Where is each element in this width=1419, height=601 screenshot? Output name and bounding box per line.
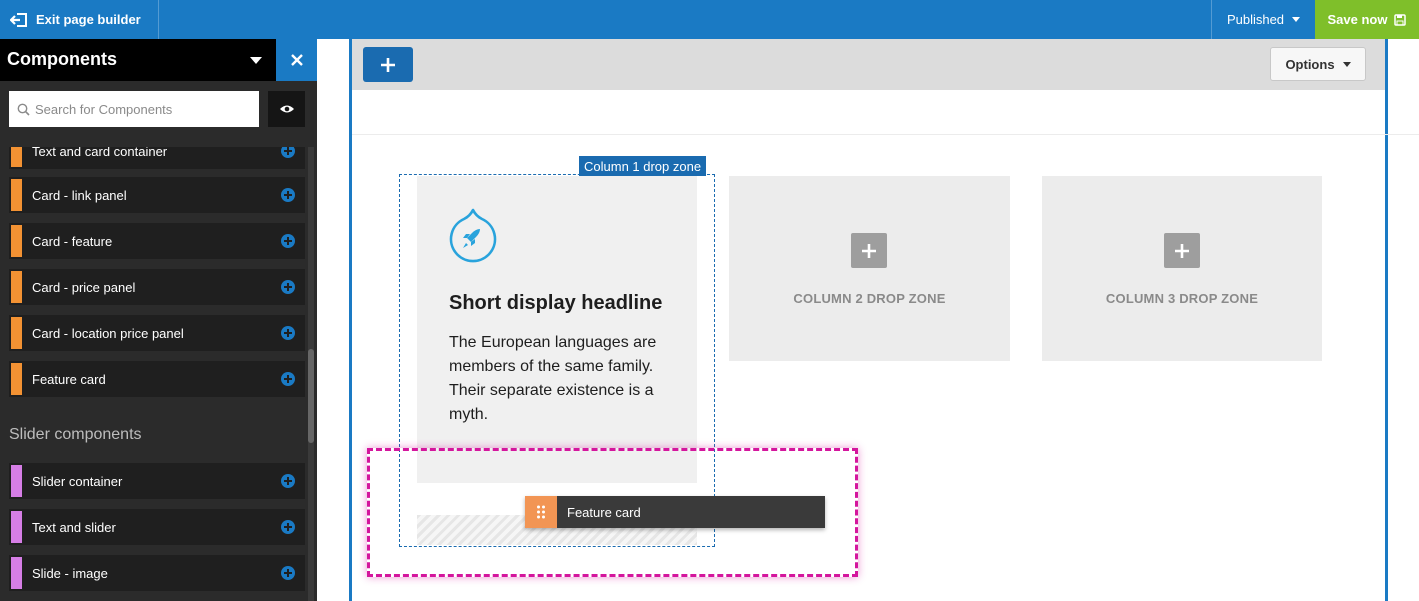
column-3-drop-zone[interactable]: COLUMN 3 DROP ZONE bbox=[1042, 176, 1322, 361]
exit-label: Exit page builder bbox=[36, 12, 141, 27]
search-icon bbox=[17, 103, 30, 116]
eye-icon bbox=[279, 105, 294, 113]
options-dropdown[interactable]: Options bbox=[1270, 47, 1366, 81]
column-2-drop-zone[interactable]: COLUMN 2 DROP ZONE bbox=[729, 176, 1010, 361]
canvas-frame-left bbox=[349, 39, 352, 601]
chevron-down-icon bbox=[1342, 61, 1351, 67]
category-color-bar bbox=[11, 557, 22, 589]
list-item[interactable]: Card - location price panel bbox=[9, 315, 305, 351]
component-label: Card - price panel bbox=[32, 279, 136, 295]
card-headline: Short display headline bbox=[449, 292, 663, 314]
canvas-frame-right bbox=[1385, 39, 1388, 601]
search-field[interactable] bbox=[9, 91, 259, 127]
add-component-icon[interactable] bbox=[281, 326, 295, 340]
column-1-tag: Column 1 drop zone bbox=[579, 156, 707, 176]
exit-page-builder-button[interactable]: Exit page builder bbox=[0, 0, 159, 39]
category-color-bar bbox=[11, 317, 22, 349]
exit-icon bbox=[10, 12, 27, 27]
sidebar-header: Components bbox=[0, 39, 317, 81]
close-icon bbox=[290, 54, 303, 66]
category-color-bar bbox=[11, 179, 22, 211]
category-color-bar bbox=[11, 465, 22, 497]
plus-icon bbox=[1175, 243, 1189, 258]
category-color-bar bbox=[11, 225, 22, 257]
components-sidebar: Components Text and card container Card … bbox=[0, 39, 317, 601]
drag-handle-icon[interactable] bbox=[525, 496, 557, 528]
section-heading-slider: Slider components bbox=[9, 426, 142, 443]
category-color-bar bbox=[11, 147, 22, 167]
list-item[interactable]: Text and card container bbox=[9, 147, 305, 169]
add-component-icon[interactable] bbox=[281, 474, 295, 488]
list-item[interactable]: Slide - image bbox=[9, 555, 305, 591]
section-divider bbox=[352, 134, 1419, 135]
component-label: Feature card bbox=[32, 371, 106, 387]
list-item[interactable]: Slider container bbox=[9, 463, 305, 499]
preview-toggle-button[interactable] bbox=[268, 91, 305, 127]
component-label: Slide - image bbox=[32, 565, 108, 581]
column-2-label: COLUMN 2 DROP ZONE bbox=[793, 291, 946, 306]
collapse-chevron-icon[interactable] bbox=[250, 57, 262, 64]
add-component-icon[interactable] bbox=[281, 280, 295, 294]
card-body-text: The European languages are members of th… bbox=[449, 334, 657, 423]
category-color-bar bbox=[11, 363, 22, 395]
add-component-icon[interactable] bbox=[281, 188, 295, 202]
component-label: Card - feature bbox=[32, 233, 113, 249]
scrollbar-thumb[interactable] bbox=[308, 349, 314, 443]
component-label: Text and card container bbox=[32, 147, 168, 159]
component-label: Slider container bbox=[32, 473, 123, 489]
list-item[interactable]: Card - link panel bbox=[9, 177, 305, 213]
list-item[interactable]: Card - price panel bbox=[9, 269, 305, 305]
list-item[interactable]: Card - feature bbox=[9, 223, 305, 259]
add-component-button[interactable] bbox=[1164, 233, 1200, 268]
add-component-icon[interactable] bbox=[281, 520, 295, 534]
category-color-bar bbox=[11, 271, 22, 303]
add-section-button[interactable] bbox=[363, 47, 413, 82]
plus-icon bbox=[862, 243, 876, 258]
column-3-label: COLUMN 3 DROP ZONE bbox=[1105, 291, 1259, 306]
top-bar: Exit page builder Published Save now bbox=[0, 0, 1419, 39]
rocket-icon bbox=[448, 207, 498, 270]
component-list: Text and card container Card - link pane… bbox=[0, 147, 317, 601]
save-icon bbox=[1394, 13, 1407, 26]
add-component-icon[interactable] bbox=[281, 372, 295, 386]
publish-status-dropdown[interactable]: Published bbox=[1211, 0, 1315, 39]
list-item[interactable]: Feature card bbox=[9, 361, 305, 397]
add-component-icon[interactable] bbox=[281, 147, 295, 158]
publish-status-label: Published bbox=[1226, 12, 1285, 27]
save-now-button[interactable]: Save now bbox=[1315, 0, 1419, 39]
component-label: Card - location price panel bbox=[32, 325, 184, 341]
sidebar-scrollbar[interactable] bbox=[308, 147, 314, 601]
dragged-component[interactable]: Feature card bbox=[525, 496, 825, 528]
category-color-bar bbox=[11, 511, 22, 543]
search-input[interactable] bbox=[35, 101, 255, 117]
list-item[interactable]: Text and slider bbox=[9, 509, 305, 545]
component-label: Card - link panel bbox=[32, 187, 127, 203]
add-component-icon[interactable] bbox=[281, 566, 295, 580]
plus-icon bbox=[381, 57, 395, 72]
component-label: Text and slider bbox=[32, 519, 116, 535]
dragged-component-label: Feature card bbox=[567, 504, 641, 520]
options-label: Options bbox=[1285, 56, 1335, 72]
add-component-icon[interactable] bbox=[281, 234, 295, 248]
section-toolbar bbox=[352, 39, 1385, 90]
add-component-button[interactable] bbox=[851, 233, 887, 268]
save-now-label: Save now bbox=[1327, 12, 1388, 27]
chevron-down-icon bbox=[1292, 17, 1301, 22]
close-sidebar-button[interactable] bbox=[276, 39, 317, 81]
sidebar-title: Components bbox=[7, 49, 117, 69]
